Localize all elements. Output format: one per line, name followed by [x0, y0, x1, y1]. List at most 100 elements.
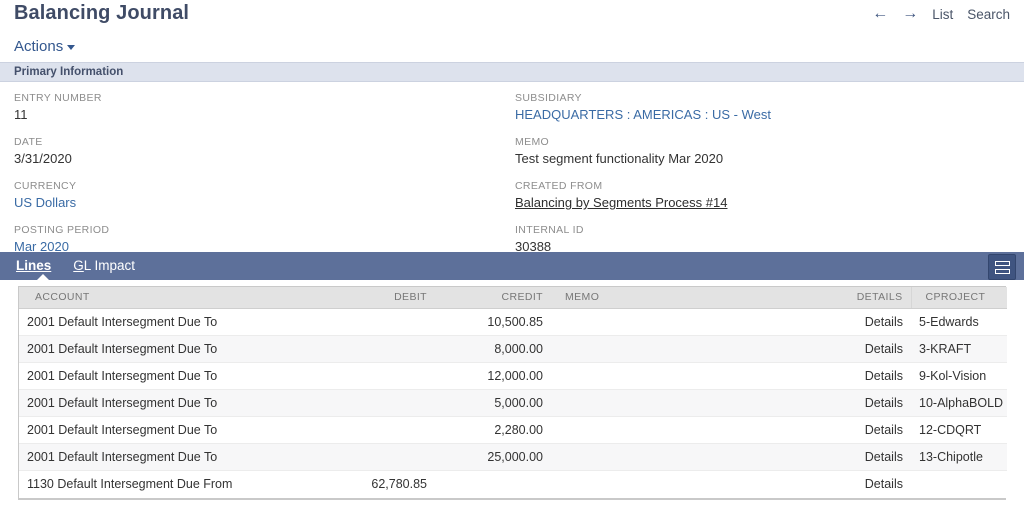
actions-toolbar: Actions [0, 36, 1024, 62]
cell-account[interactable]: 1130 Default Intersegment Due From [19, 470, 349, 498]
cell-credit: 2,280.00 [435, 416, 551, 444]
cell-account[interactable]: 2001 Default Intersegment Due To [19, 416, 349, 444]
cell-details[interactable]: Details [831, 416, 911, 444]
cell-debit [349, 308, 435, 336]
arrow-right-icon[interactable]: → [902, 6, 918, 22]
sublist-tabs: Lines GL Impact [0, 252, 1024, 280]
list-view-toggle-icon[interactable] [988, 254, 1016, 280]
cell-details[interactable]: Details [831, 389, 911, 417]
sublist-tabstrip: Lines GL Impact [0, 252, 1024, 281]
field-memo: MEMO Test segment functionality Mar 2020 [515, 135, 1015, 168]
cell-account[interactable]: 2001 Default Intersegment Due To [19, 308, 349, 336]
cell-cproject[interactable]: 9-Kol-Vision [911, 362, 1007, 390]
actions-menu-button[interactable]: Actions [14, 36, 76, 58]
field-currency: CURRENCY US Dollars [14, 179, 494, 212]
field-label: DATE [14, 136, 43, 148]
cell-credit: 25,000.00 [435, 443, 551, 471]
table-row[interactable]: 2001 Default Intersegment Due To 25,000.0… [19, 443, 1007, 471]
cell-memo [551, 308, 831, 336]
field-label: CURRENCY [14, 180, 77, 192]
cell-details[interactable]: Details [831, 470, 911, 498]
primary-information-fields: ENTRY NUMBER 11 DATE 3/31/2020 CURRENCY … [0, 82, 1024, 254]
tab-gl-impact-label: L Impact [83, 258, 136, 273]
column-header-cproject[interactable]: CPROJECT [910, 287, 1007, 309]
cell-debit [349, 443, 435, 471]
cell-account[interactable]: 2001 Default Intersegment Due To [19, 443, 349, 471]
table-header-row: ACCOUNT DEBIT CREDIT MEMO DETAILS CPROJE… [19, 287, 1007, 309]
field-date: DATE 3/31/2020 [14, 135, 494, 168]
field-label: ENTRY NUMBER [14, 92, 102, 104]
cell-details[interactable]: Details [831, 308, 911, 336]
cell-credit: 8,000.00 [435, 335, 551, 363]
toggle-bar-top [994, 260, 1010, 266]
cell-memo [551, 335, 831, 363]
cell-cproject[interactable]: 5-Edwards [911, 308, 1007, 336]
primary-information-title: Primary Information [14, 66, 124, 78]
cell-cproject[interactable]: 13-Chipotle [911, 443, 1007, 471]
table-row[interactable]: 2001 Default Intersegment Due To 8,000.00… [19, 335, 1007, 363]
cell-debit [349, 389, 435, 417]
toggle-bar-bottom [994, 268, 1010, 274]
field-value-link[interactable]: Balancing by Segments Process #14 [515, 194, 1015, 212]
page-header: Balancing Journal ← → List Search [0, 0, 1024, 36]
cell-memo [551, 443, 831, 471]
field-value: Test segment functionality Mar 2020 [515, 151, 724, 166]
cell-credit: 5,000.00 [435, 389, 551, 417]
field-value: 3/31/2020 [14, 151, 72, 166]
cell-credit: 12,000.00 [435, 362, 551, 390]
field-label: CREATED FROM [515, 180, 603, 192]
cell-cproject[interactable]: 12-CDQRT [911, 416, 1007, 444]
field-value-link[interactable]: HEADQUARTERS : AMERICAS : US - West [515, 106, 1015, 124]
column-header-details[interactable]: DETAILS [831, 287, 911, 309]
fields-right-column: SUBSIDIARY HEADQUARTERS : AMERICAS : US … [515, 91, 1015, 267]
cell-memo [551, 416, 831, 444]
lines-table-head: ACCOUNT DEBIT CREDIT MEMO DETAILS CPROJE… [19, 287, 1007, 309]
cell-cproject[interactable]: 3-KRAFT [911, 335, 1007, 363]
cell-credit [435, 470, 551, 498]
table-row[interactable]: 2001 Default Intersegment Due To 12,000.0… [19, 362, 1007, 390]
header-nav-controls: ← → List Search [872, 6, 1010, 22]
cell-details[interactable]: Details [831, 362, 911, 390]
cell-debit: 62,780.85 [349, 470, 435, 498]
tab-gl-impact[interactable]: GL Impact [73, 252, 135, 280]
cell-cproject[interactable]: 10-AlphaBOLD [911, 389, 1007, 417]
fields-left-column: ENTRY NUMBER 11 DATE 3/31/2020 CURRENCY … [14, 91, 494, 267]
field-label: SUBSIDIARY [515, 92, 582, 104]
cell-details[interactable]: Details [831, 443, 911, 471]
table-row[interactable]: 2001 Default Intersegment Due To 10,500.8… [19, 308, 1007, 336]
cell-account[interactable]: 2001 Default Intersegment Due To [19, 389, 349, 417]
cell-debit [349, 362, 435, 390]
column-header-account[interactable]: ACCOUNT [19, 287, 349, 309]
field-value-link[interactable]: US Dollars [14, 194, 494, 212]
table-row[interactable]: 2001 Default Intersegment Due To 2,280.00… [19, 416, 1007, 444]
field-label: INTERNAL ID [515, 224, 584, 236]
arrow-left-icon[interactable]: ← [872, 6, 888, 22]
page-title: Balancing Journal [14, 2, 190, 24]
actions-menu-label: Actions [14, 38, 64, 55]
cell-debit [349, 335, 435, 363]
field-label: MEMO [515, 136, 550, 148]
table-row[interactable]: 2001 Default Intersegment Due To 5,000.00… [19, 389, 1007, 417]
active-tab-pointer [36, 274, 50, 281]
column-header-debit[interactable]: DEBIT [349, 287, 435, 309]
lines-table-container: ACCOUNT DEBIT CREDIT MEMO DETAILS CPROJE… [18, 286, 1007, 500]
cell-account[interactable]: 2001 Default Intersegment Due To [19, 362, 349, 390]
primary-information-band: Primary Information [0, 62, 1024, 82]
lines-table-body: 2001 Default Intersegment Due To 10,500.8… [19, 308, 1007, 498]
table-row[interactable]: 1130 Default Intersegment Due From 62,780… [19, 470, 1007, 498]
column-header-memo[interactable]: MEMO [551, 287, 831, 309]
cell-memo [551, 362, 831, 390]
cell-details[interactable]: Details [831, 335, 911, 363]
search-link[interactable]: Search [967, 7, 1010, 22]
field-subsidiary: SUBSIDIARY HEADQUARTERS : AMERICAS : US … [515, 91, 1015, 124]
field-entry-number: ENTRY NUMBER 11 [14, 91, 494, 124]
cell-debit [349, 416, 435, 444]
cell-account[interactable]: 2001 Default Intersegment Due To [19, 335, 349, 363]
cell-cproject [911, 470, 1007, 498]
tab-gl-impact-accesskey: G [73, 258, 84, 273]
caret-down-icon [67, 44, 76, 50]
field-created-from: CREATED FROM Balancing by Segments Proce… [515, 179, 1015, 212]
list-link[interactable]: List [932, 7, 953, 22]
column-header-credit[interactable]: CREDIT [435, 287, 551, 309]
lines-table: ACCOUNT DEBIT CREDIT MEMO DETAILS CPROJE… [19, 287, 1007, 498]
